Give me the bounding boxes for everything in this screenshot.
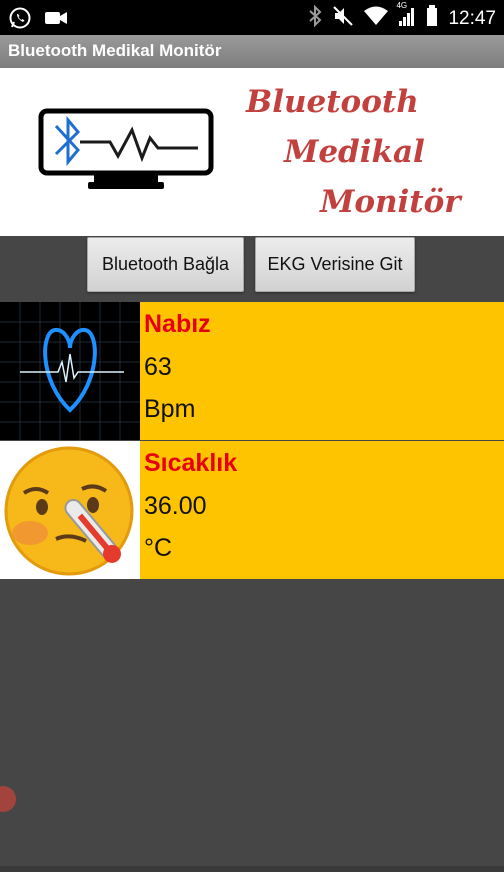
pulse-unit: Bpm: [144, 395, 196, 423]
status-bar: 4G 12:47: [0, 0, 504, 35]
video-camera-icon: [44, 8, 68, 33]
whatsapp-icon: [8, 6, 32, 35]
banner-line-2: Medikal: [284, 134, 425, 170]
pulse-value: 63: [144, 353, 172, 381]
clock: 12:47: [448, 7, 496, 29]
bottom-divider: [0, 866, 504, 872]
temperature-panel: Sıcaklık 36.00 °C: [0, 441, 504, 579]
temperature-label: Sıcaklık: [144, 449, 238, 477]
wifi-icon: [364, 6, 389, 31]
app-title: Bluetooth Medikal Monitör: [8, 41, 222, 60]
signal-icon: 4G: [396, 1, 416, 32]
network-type-label: 4G: [396, 1, 408, 10]
banner-line-1: Bluetooth: [246, 84, 419, 120]
heart-monitor-icon: [0, 302, 140, 440]
pulse-label: Nabız: [144, 310, 211, 338]
monitor-logo-icon: [38, 108, 216, 197]
banner-text: Bluetooth Medikal Monitör: [236, 78, 486, 228]
pulse-panel: Nabız 63 Bpm: [0, 302, 504, 440]
sick-emoji-thermometer-icon: [0, 441, 140, 579]
app-title-bar: Bluetooth Medikal Monitör: [0, 35, 504, 68]
mute-icon: [332, 5, 354, 32]
pulse-info: Nabız 63 Bpm: [140, 302, 504, 440]
temperature-info: Sıcaklık 36.00 °C: [140, 441, 504, 579]
temperature-unit: °C: [144, 534, 173, 562]
battery-icon: [426, 5, 438, 32]
bluetooth-connect-button[interactable]: Bluetooth Bağla: [87, 237, 244, 292]
red-dot-indicator: [0, 786, 16, 812]
temperature-value: 36.00: [144, 492, 207, 520]
banner-line-3: Monitör: [320, 184, 461, 220]
ekg-data-button[interactable]: EKG Verisine Git: [255, 237, 415, 292]
bluetooth-icon: [308, 4, 322, 32]
banner: Bluetooth Medikal Monitör: [0, 68, 504, 236]
